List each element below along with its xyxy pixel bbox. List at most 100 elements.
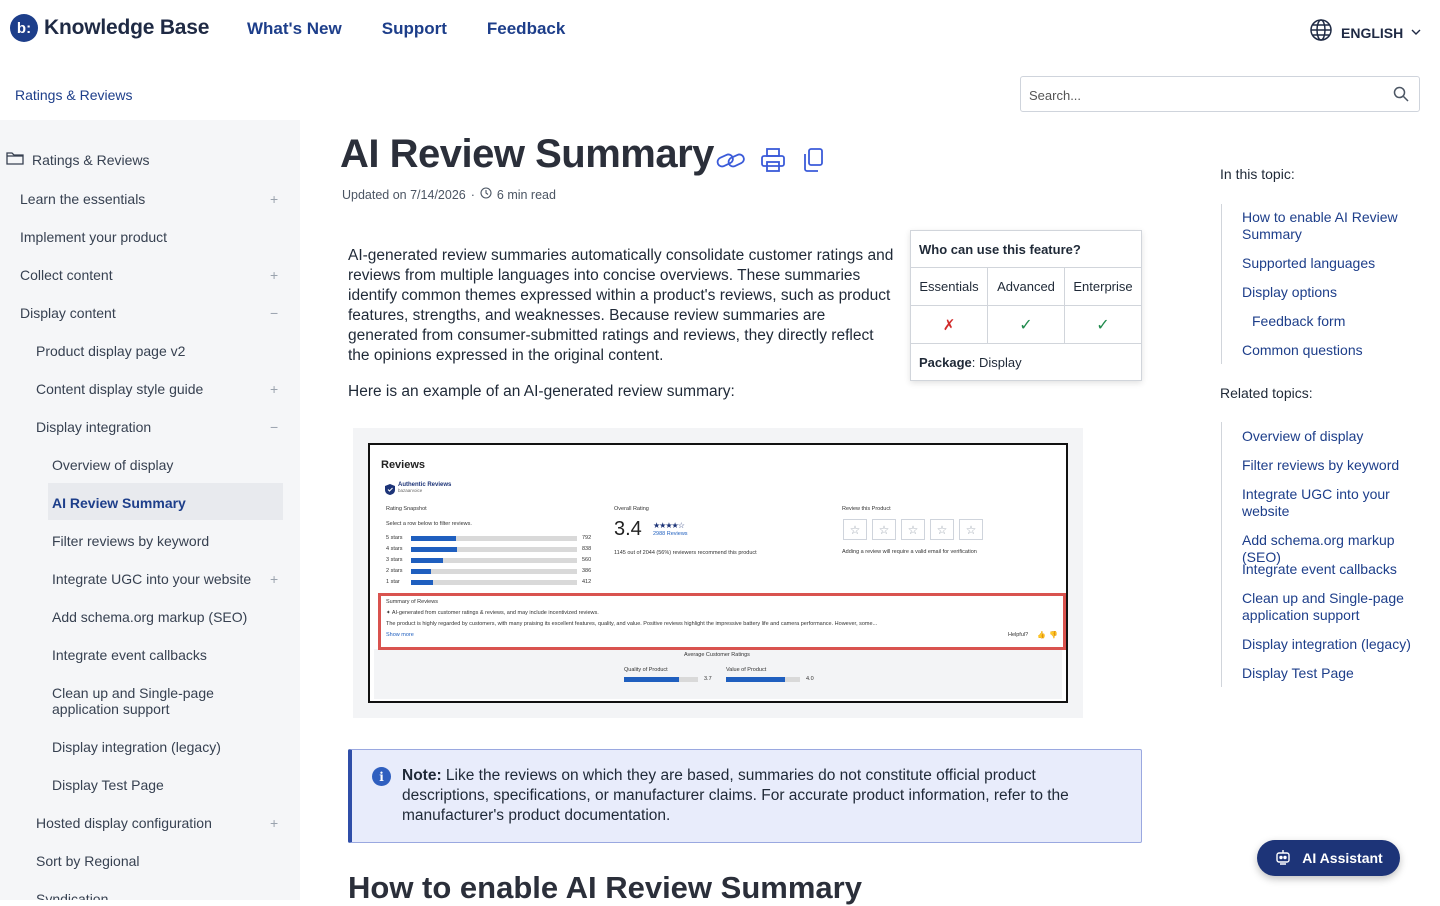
- feature-table-heading: Who can use this feature?: [911, 231, 1141, 268]
- assistant-icon: [1274, 848, 1292, 869]
- chevron-down-icon: [1411, 24, 1421, 42]
- collapse-icon[interactable]: −: [270, 305, 278, 321]
- nav-support[interactable]: Support: [382, 19, 447, 39]
- related-link[interactable]: Filter reviews by keyword: [1242, 457, 1432, 474]
- print-icon[interactable]: [759, 146, 787, 179]
- expand-icon[interactable]: +: [270, 191, 278, 207]
- sidebar-item-display-content[interactable]: Display content: [20, 305, 116, 321]
- topic-link[interactable]: Feedback form: [1252, 313, 1440, 330]
- folder-icon: [6, 151, 24, 168]
- collapse-icon[interactable]: −: [270, 419, 278, 435]
- sidebar-item-schema-markup[interactable]: Add schema.org markup (SEO): [52, 609, 247, 625]
- sidebar-item-overview-display[interactable]: Overview of display: [52, 457, 173, 473]
- copy-icon[interactable]: [799, 146, 827, 179]
- sidebar-item-filter-reviews[interactable]: Filter reviews by keyword: [52, 533, 209, 549]
- link-icon[interactable]: [715, 146, 747, 179]
- language-label: ENGLISH: [1341, 24, 1404, 41]
- search-icon[interactable]: [1393, 86, 1409, 107]
- sidebar-item-syndication[interactable]: Syndication: [36, 891, 108, 900]
- sidebar-item-hosted-display[interactable]: Hosted display configuration: [36, 815, 212, 831]
- meta-separator: ·: [470, 187, 475, 202]
- ex-review-hint: Adding a review will require a valid ema…: [842, 549, 977, 555]
- ex-star-row-count: 386: [582, 568, 592, 574]
- ex-star-row-label[interactable]: 2 stars: [386, 568, 403, 574]
- expand-icon[interactable]: +: [270, 571, 278, 587]
- sidebar-item-implement[interactable]: Implement your product: [20, 229, 167, 245]
- language-selector[interactable]: ENGLISH: [1309, 18, 1421, 47]
- topic-link[interactable]: Common questions: [1242, 342, 1432, 359]
- ex-overall-value: 3.4: [614, 518, 642, 540]
- ex-star-row-count: 412: [582, 579, 592, 585]
- expand-icon[interactable]: +: [270, 267, 278, 283]
- package-label: Package: [919, 355, 972, 370]
- check-icon: ✓: [1096, 316, 1110, 334]
- in-topic-heading: In this topic:: [1220, 166, 1295, 182]
- related-link[interactable]: Integrate event callbacks: [1242, 561, 1432, 578]
- related-link[interactable]: Integrate UGC into your website: [1242, 486, 1432, 520]
- nav-feedback[interactable]: Feedback: [487, 19, 565, 39]
- sidebar-item-learn-essentials[interactable]: Learn the essentials: [20, 191, 145, 207]
- ex-star-bar-fill: [411, 547, 458, 552]
- page-title: AI Review Summary: [340, 132, 714, 176]
- star-outline-icon[interactable]: ☆: [843, 519, 867, 540]
- ex-review-count[interactable]: 2988 Reviews: [653, 531, 688, 537]
- ex-star-bar-track: [411, 569, 577, 574]
- related-link[interactable]: Display Test Page: [1242, 665, 1432, 682]
- star-outline-icon[interactable]: ☆: [930, 519, 954, 540]
- logo-text: Knowledge Base: [44, 16, 210, 39]
- sidebar-item-event-callbacks[interactable]: Integrate event callbacks: [52, 647, 207, 663]
- package-value: : Display: [971, 355, 1022, 370]
- x-icon: ✗: [911, 306, 988, 343]
- ex-filter-hint: Select a row below to filter reviews.: [386, 521, 472, 527]
- ex-review-this: Review this Product: [842, 506, 891, 512]
- sidebar-item-display-test[interactable]: Display Test Page: [52, 777, 164, 793]
- intro-paragraph: AI-generated review summaries automatica…: [348, 247, 894, 364]
- sidebar-item-display-legacy[interactable]: Display integration (legacy): [52, 739, 221, 755]
- ai-assistant-button[interactable]: AI Assistant: [1257, 840, 1400, 876]
- ex-star-row-label[interactable]: 1 star: [386, 579, 400, 585]
- sidebar-item-sort-regional[interactable]: Sort by Regional: [36, 853, 140, 869]
- star-outline-icon[interactable]: ☆: [959, 519, 983, 540]
- topic-link[interactable]: Display options: [1242, 284, 1432, 301]
- star-outline-icon[interactable]: ☆: [901, 519, 925, 540]
- sidebar-item-display-integration[interactable]: Display integration: [36, 419, 151, 435]
- column-advanced: Advanced: [988, 268, 1065, 305]
- ex-star-row-count: 838: [582, 546, 592, 552]
- top-header: b: Knowledge Base What's New Support Fee…: [0, 0, 1440, 58]
- related-link[interactable]: Display integration (legacy): [1242, 636, 1432, 653]
- updated-date: Updated on 7/14/2026: [342, 187, 466, 202]
- expand-icon[interactable]: +: [270, 381, 278, 397]
- ex-value-bar: [726, 677, 786, 682]
- note-callout: i Note: Like the reviews on which they a…: [348, 749, 1142, 843]
- sidebar-item-collect[interactable]: Collect content: [20, 267, 113, 283]
- ex-star-bar-track: [411, 580, 577, 585]
- related-link[interactable]: Clean up and Single-page application sup…: [1242, 590, 1432, 624]
- ex-star-row-count: 792: [582, 535, 592, 541]
- sidebar-root[interactable]: Ratings & Reviews: [6, 151, 150, 168]
- nav-whats-new[interactable]: What's New: [247, 19, 342, 39]
- ex-star-row-label[interactable]: 4 stars: [386, 546, 403, 552]
- breadcrumb[interactable]: Ratings & Reviews: [15, 87, 133, 103]
- sidebar-item-style-guide[interactable]: Content display style guide: [36, 381, 203, 397]
- sidebar-item-pdp-v2[interactable]: Product display page v2: [36, 343, 185, 359]
- related-link[interactable]: Overview of display: [1242, 428, 1432, 445]
- rail-divider: [1221, 422, 1222, 687]
- ex-star-row-label[interactable]: 5 stars: [386, 535, 403, 541]
- expand-icon[interactable]: +: [270, 815, 278, 831]
- ex-star-row-label[interactable]: 3 stars: [386, 557, 403, 563]
- logo[interactable]: b: Knowledge Base: [10, 14, 209, 42]
- topic-link[interactable]: How to enable AI Review Summary: [1242, 209, 1432, 243]
- search-input[interactable]: [1029, 85, 1369, 105]
- search-box: [1020, 76, 1420, 112]
- article-meta: Updated on 7/14/2026 · 6 min read: [342, 187, 556, 202]
- sidebar-item-integrate-ugc[interactable]: Integrate UGC into your website: [52, 571, 251, 587]
- logo-mark: b:: [10, 14, 38, 42]
- ex-overall-label: Overall Rating: [614, 506, 649, 512]
- star-outline-icon[interactable]: ☆: [872, 519, 896, 540]
- column-essentials: Essentials: [911, 268, 988, 305]
- topic-link[interactable]: Supported languages: [1242, 255, 1432, 272]
- sidebar-item-cleanup-spa[interactable]: Clean up and Single-page application sup…: [52, 685, 242, 717]
- ex-quality-label: Quality of Product: [624, 667, 668, 673]
- feature-availability-table: Who can use this feature? Essentials Adv…: [910, 230, 1142, 381]
- sidebar-item-ai-review-summary[interactable]: AI Review Summary: [52, 495, 186, 511]
